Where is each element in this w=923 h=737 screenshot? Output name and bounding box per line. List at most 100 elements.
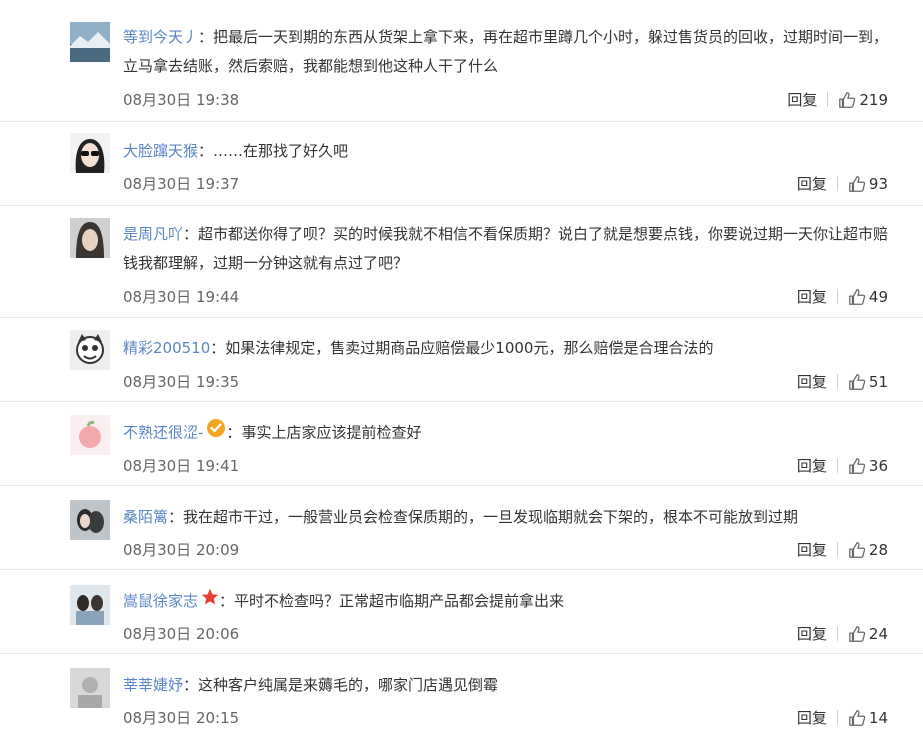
star-badge-icon <box>201 587 219 616</box>
like-button[interactable]: 14 <box>848 709 888 727</box>
reply-button[interactable]: 回复 <box>787 89 817 110</box>
comment-body: 超市都送你得了呗？买的时候我就不相信不看保质期？说白了就是想要点钱，你要说过期一… <box>123 225 889 272</box>
action-divider <box>836 176 838 191</box>
verified-badge-icon <box>206 418 226 448</box>
comment-timestamp: 08月30日 19:44 <box>123 288 240 306</box>
commenter-name[interactable]: 等到今天丿 <box>123 28 198 46</box>
like-button[interactable]: 51 <box>848 373 888 391</box>
commenter-name[interactable]: 精彩200510 <box>123 339 210 357</box>
name-colon: ： <box>226 423 242 442</box>
comment-timestamp: 08月30日 19:35 <box>123 373 240 391</box>
comment-timestamp: 08月30日 19:38 <box>123 91 240 109</box>
reply-button[interactable]: 回复 <box>797 286 827 307</box>
commenter-name[interactable]: 不熟还很涩- <box>123 424 203 442</box>
comment-body: 事实上店家应该提前检查好 <box>241 423 422 442</box>
like-count: 28 <box>868 540 888 559</box>
like-count: 93 <box>868 174 888 193</box>
comment-item: 桑陌篱：我在超市干过，一般营业员会检查保质期的，一旦发现临期就会下架的，根本不可… <box>0 486 923 570</box>
comment-body: 这种客户纯属是来薅毛的，哪家门店遇见倒霉 <box>198 676 499 694</box>
comment-text-line: 不熟还很涩- ：事实上店家应该提前检查好 <box>123 418 903 448</box>
comment-item: 嵩鼠徐家志 ：平时不检查吗？正常超市临期产品都会提前拿出来 08月30日 20:06… <box>0 570 923 654</box>
reply-button[interactable]: 回复 <box>797 455 827 476</box>
comment-timestamp: 08月30日 19:41 <box>123 457 240 475</box>
commenter-name[interactable]: 桑陌篱 <box>123 508 168 526</box>
comment-actions: 回复 49 <box>797 286 888 307</box>
thumbs-up-icon <box>848 541 869 559</box>
thumbs-up-icon <box>848 288 869 306</box>
comment-body: 平时不检查吗？正常超市临期产品都会提前拿出来 <box>234 592 565 610</box>
reply-button[interactable]: 回复 <box>797 539 827 560</box>
comment-actions: 回复 24 <box>797 623 888 644</box>
action-divider <box>836 374 838 389</box>
like-button[interactable]: 219 <box>838 91 888 109</box>
comment-item: 不熟还很涩- ：事实上店家应该提前检查好 08月30日 19:41 回复 36 <box>0 402 923 486</box>
comment-timestamp: 08月30日 19:37 <box>123 175 240 193</box>
comment-text-line: 嵩鼠徐家志 ：平时不检查吗？正常超市临期产品都会提前拿出来 <box>123 587 903 616</box>
comment-timestamp: 08月30日 20:06 <box>123 625 240 643</box>
like-button[interactable]: 49 <box>848 288 888 306</box>
reply-button[interactable]: 回复 <box>797 371 827 392</box>
comment-actions: 回复 219 <box>787 89 888 110</box>
comment-timestamp: 08月30日 20:15 <box>123 709 240 727</box>
name-colon: ： <box>183 676 199 694</box>
cartoon-avatar[interactable] <box>70 330 110 370</box>
name-colon: ： <box>183 225 199 243</box>
comment-timestamp: 08月30日 20:09 <box>123 541 240 559</box>
comment-body: 我在超市干过，一般营业员会检查保质期的，一旦发现临期就会下架的，根本不可能放到过… <box>183 508 799 526</box>
action-divider <box>836 289 838 304</box>
action-divider <box>836 710 838 725</box>
reply-button[interactable]: 回复 <box>797 707 827 728</box>
like-button[interactable]: 93 <box>848 175 888 193</box>
like-count: 36 <box>868 456 888 475</box>
name-colon: ： <box>219 592 235 610</box>
name-colon: ： <box>168 508 184 526</box>
comment-actions: 回复 51 <box>797 371 888 392</box>
commenter-name[interactable]: 大脸蹿天猴 <box>123 142 198 160</box>
like-count: 14 <box>868 708 888 727</box>
comment-item: 是周凡吖：超市都送你得了呗？买的时候我就不相信不看保质期？说白了就是想要点钱，你… <box>0 206 923 318</box>
action-divider <box>827 92 829 107</box>
commenter-name[interactable]: 莘莘婕妤 <box>123 676 183 694</box>
like-button[interactable]: 28 <box>848 541 888 559</box>
action-divider <box>836 458 838 473</box>
like-count: 49 <box>868 287 888 306</box>
sunglasses-avatar[interactable] <box>70 133 110 173</box>
name-colon: ： <box>198 142 214 160</box>
comment-text-line: 精彩200510：如果法律规定，售卖过期商品应赔偿最少1000元，那么赔偿是合理… <box>123 334 903 363</box>
reply-button[interactable]: 回复 <box>797 173 827 194</box>
like-button[interactable]: 24 <box>848 625 888 643</box>
comment-actions: 回复 14 <box>797 707 888 728</box>
comment-item: 莘莘婕妤：这种客户纯属是来薅毛的，哪家门店遇见倒霉 08月30日 20:15 回复 1… <box>0 654 923 737</box>
couple-avatar[interactable] <box>70 500 110 540</box>
commenter-name[interactable]: 是周凡吖 <box>123 225 183 243</box>
comment-body: ……在那找了好久吧 <box>213 142 349 160</box>
thumbs-up-icon <box>848 709 869 727</box>
photo-avatar[interactable] <box>70 585 110 625</box>
reply-button[interactable]: 回复 <box>797 623 827 644</box>
comment-text-line: 莘莘婕妤：这种客户纯属是来薅毛的，哪家门店遇见倒霉 <box>123 671 903 700</box>
like-count: 219 <box>859 90 888 109</box>
like-count: 24 <box>868 624 888 643</box>
comment-text-line: 等到今天丿：把最后一天到期的东西从货架上拿下来，再在超市里蹲几个小时，躲过售货员… <box>123 23 893 81</box>
comment-item: 精彩200510：如果法律规定，售卖过期商品应赔偿最少1000元，那么赔偿是合理… <box>0 318 923 402</box>
comment-actions: 回复 36 <box>797 455 888 476</box>
thumbs-up-icon <box>848 625 869 643</box>
portrait-avatar[interactable] <box>70 218 110 258</box>
thumbs-up-icon <box>848 373 869 391</box>
like-count: 51 <box>868 372 888 391</box>
comment-list: 等到今天丿：把最后一天到期的东西从货架上拿下来，再在超市里蹲几个小时，躲过售货员… <box>0 0 923 737</box>
comment-item: 大脸蹿天猴：……在那找了好久吧 08月30日 19:37 回复 93 <box>0 122 923 206</box>
comment-body: 把最后一天到期的东西从货架上拿下来，再在超市里蹲几个小时，躲过售货员的回收，过期… <box>123 28 889 75</box>
landscape-avatar[interactable] <box>70 22 110 62</box>
comment-actions: 回复 93 <box>797 173 888 194</box>
comment-text-line: 大脸蹿天猴：……在那找了好久吧 <box>123 137 903 166</box>
like-button[interactable]: 36 <box>848 457 888 475</box>
name-colon: ： <box>198 28 214 46</box>
thumbs-up-icon <box>848 457 869 475</box>
peach-avatar[interactable] <box>70 415 110 455</box>
commenter-name[interactable]: 嵩鼠徐家志 <box>123 592 198 610</box>
gray-avatar[interactable] <box>70 668 110 708</box>
comment-text-line: 桑陌篱：我在超市干过，一般营业员会检查保质期的，一旦发现临期就会下架的，根本不可… <box>123 503 903 532</box>
name-colon: ： <box>210 339 226 357</box>
comment-body: 如果法律规定，售卖过期商品应赔偿最少1000元，那么赔偿是合理合法的 <box>225 339 714 357</box>
